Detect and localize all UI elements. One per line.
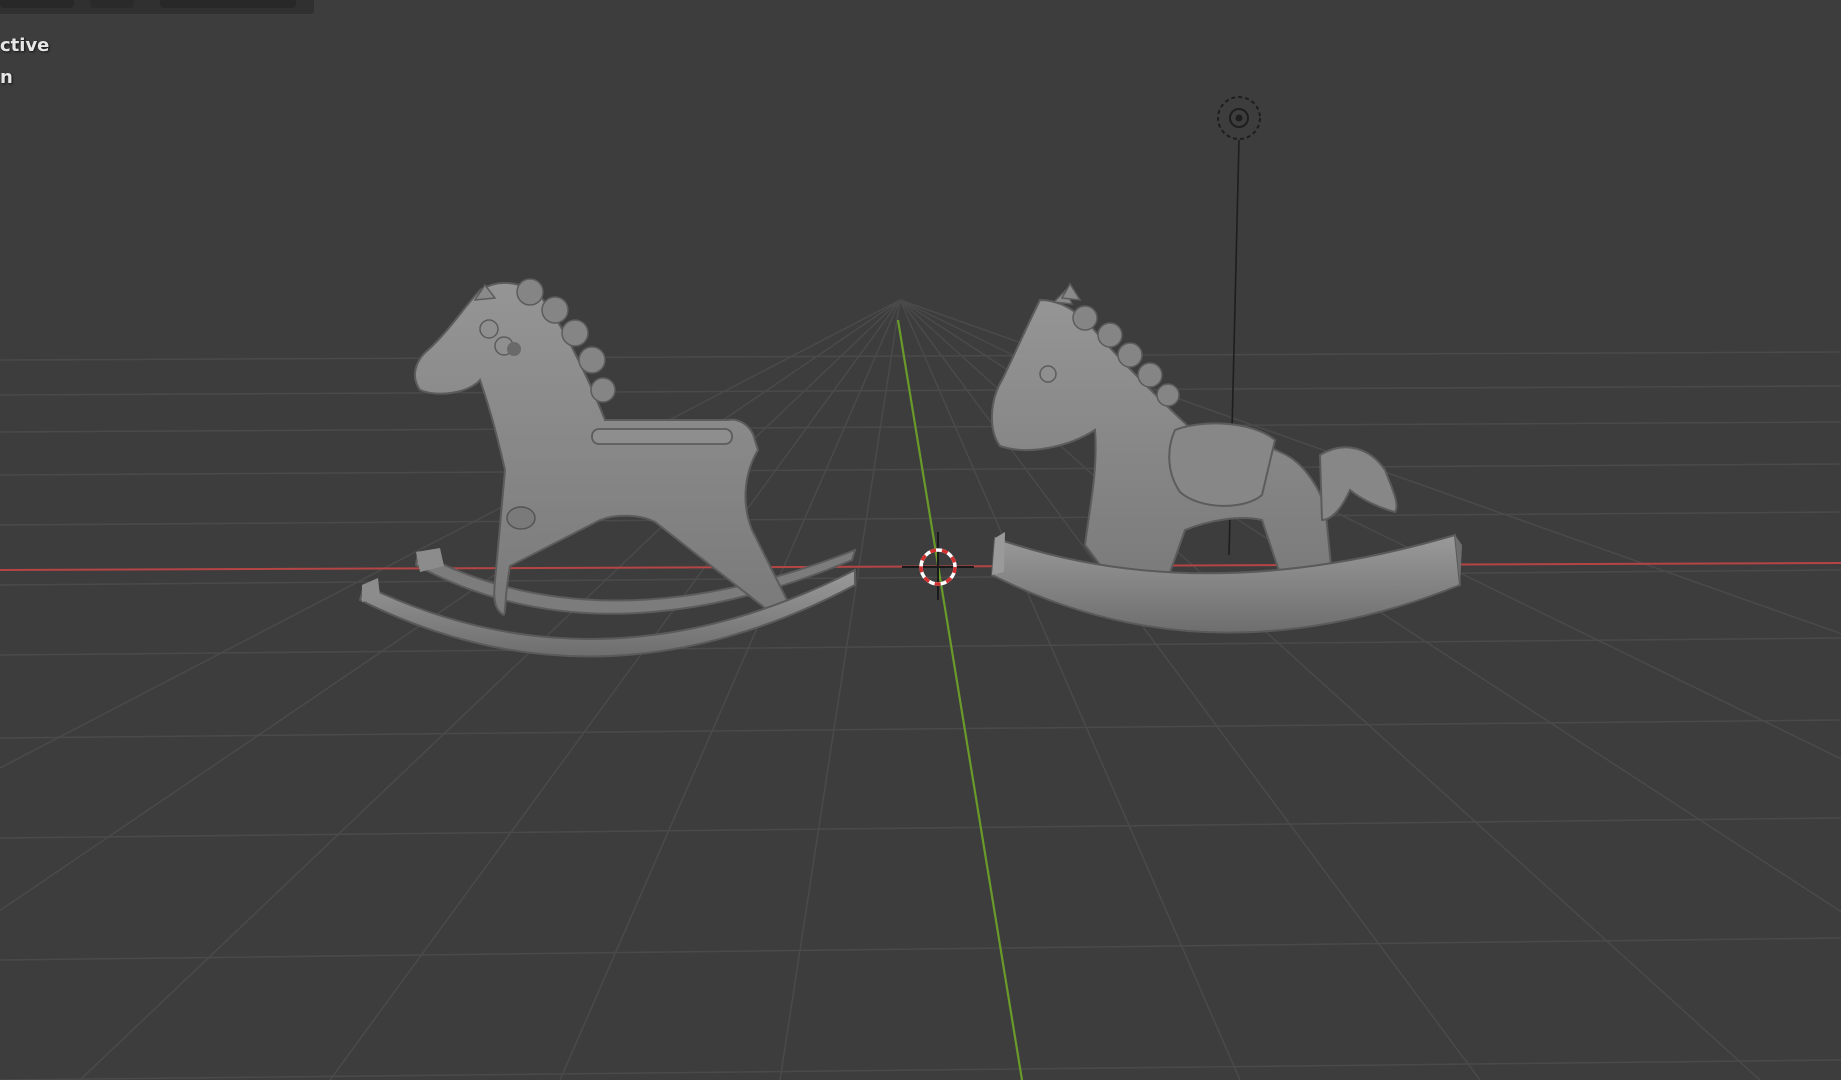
viewport-header (0, 0, 314, 14)
overlay-line-1: ctive (0, 35, 50, 56)
viewport-canvas[interactable] (0, 0, 1841, 1080)
header-button-1[interactable] (0, 0, 74, 8)
overlay-line-2: n (0, 67, 13, 88)
header-button-3[interactable] (160, 0, 296, 8)
left-rocking-horse[interactable] (358, 278, 857, 658)
3d-viewport[interactable]: ctive n (0, 0, 1841, 1080)
header-button-2[interactable] (90, 0, 134, 8)
3d-cursor-icon[interactable] (902, 532, 974, 600)
floor-grid (0, 299, 1841, 1080)
right-rocking-horse[interactable] (990, 282, 1462, 634)
viewport-overlay-text: ctive n (0, 30, 49, 94)
